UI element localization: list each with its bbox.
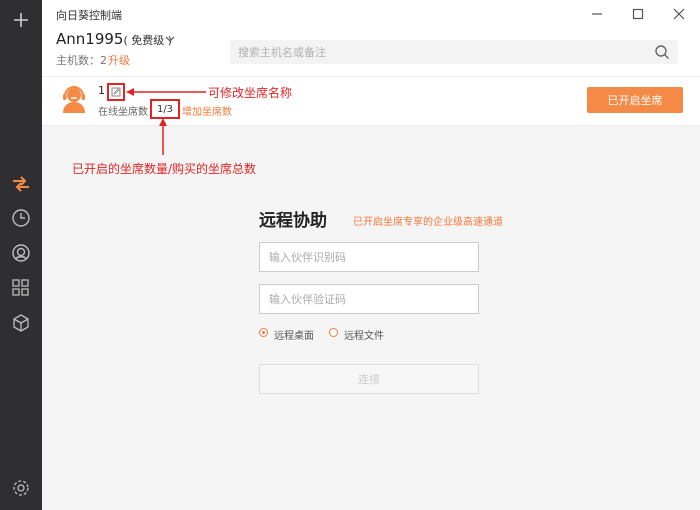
account-header: Ann1995( 免费级 ) 主机数：2 升级 (42, 28, 700, 76)
discovery-icon[interactable] (9, 241, 33, 265)
devices-icon[interactable] (9, 276, 33, 300)
remote-assist-subtitle: 已开启坐席专享的企业级高速通道 (353, 217, 503, 228)
chevron-down-icon[interactable] (164, 33, 176, 45)
seat-row: 1 在线坐席数： 1/3 增加坐席数 已开启坐席 (42, 76, 700, 126)
remote-assist-title: 远程协助 (259, 211, 327, 231)
edit-icon[interactable] (107, 83, 125, 101)
close-icon[interactable] (670, 5, 688, 23)
radio-remote-desktop-label[interactable]: 远程桌面 (274, 327, 314, 342)
radio-remote-file[interactable] (329, 328, 338, 337)
search-icon[interactable] (654, 44, 670, 60)
online-seats-count: 1/3 (150, 99, 180, 119)
minimize-icon[interactable] (588, 5, 606, 23)
search-box (230, 40, 678, 64)
account-name: Ann1995 (56, 30, 124, 48)
online-seats-label: 在线坐席数： (98, 107, 158, 118)
annotation-seat-count: 已开启的坐席数量/购买的坐席总数 (72, 162, 257, 176)
sidebar (0, 0, 42, 510)
seat-enabled-button[interactable]: 已开启坐席 (587, 87, 683, 113)
maximize-icon[interactable] (629, 5, 647, 23)
connect-button[interactable]: 连接 (259, 364, 479, 394)
account-switcher[interactable]: Ann1995( 免费级 ) (56, 30, 172, 48)
remote-control-icon[interactable] (9, 172, 33, 196)
plus-icon[interactable] (9, 8, 33, 32)
history-icon[interactable] (9, 206, 33, 230)
partner-code-input[interactable] (259, 284, 479, 314)
app-title: 向日葵控制端 (56, 9, 122, 22)
settings-icon[interactable] (9, 476, 33, 500)
radio-remote-file-label[interactable]: 远程文件 (344, 327, 384, 342)
host-count: 主机数：2 (56, 54, 107, 67)
main-window: 向日葵控制端 Ann1995( 免费级 ) 主机数：2 升级 搜索主机名或备注 … (42, 0, 700, 510)
title-bar: 向日葵控制端 (42, 0, 700, 28)
seat-name: 1 (98, 84, 105, 97)
add-seats-link[interactable]: 增加坐席数 (182, 103, 232, 118)
upgrade-link[interactable]: 升级 (108, 52, 130, 68)
cube-icon[interactable] (9, 311, 33, 335)
seat-avatar-icon (58, 83, 90, 115)
partner-id-input[interactable] (259, 242, 479, 272)
radio-remote-desktop[interactable] (259, 328, 268, 337)
search-input[interactable] (230, 40, 648, 64)
annotation-edit-name: 可修改坐席名称 (208, 86, 293, 100)
